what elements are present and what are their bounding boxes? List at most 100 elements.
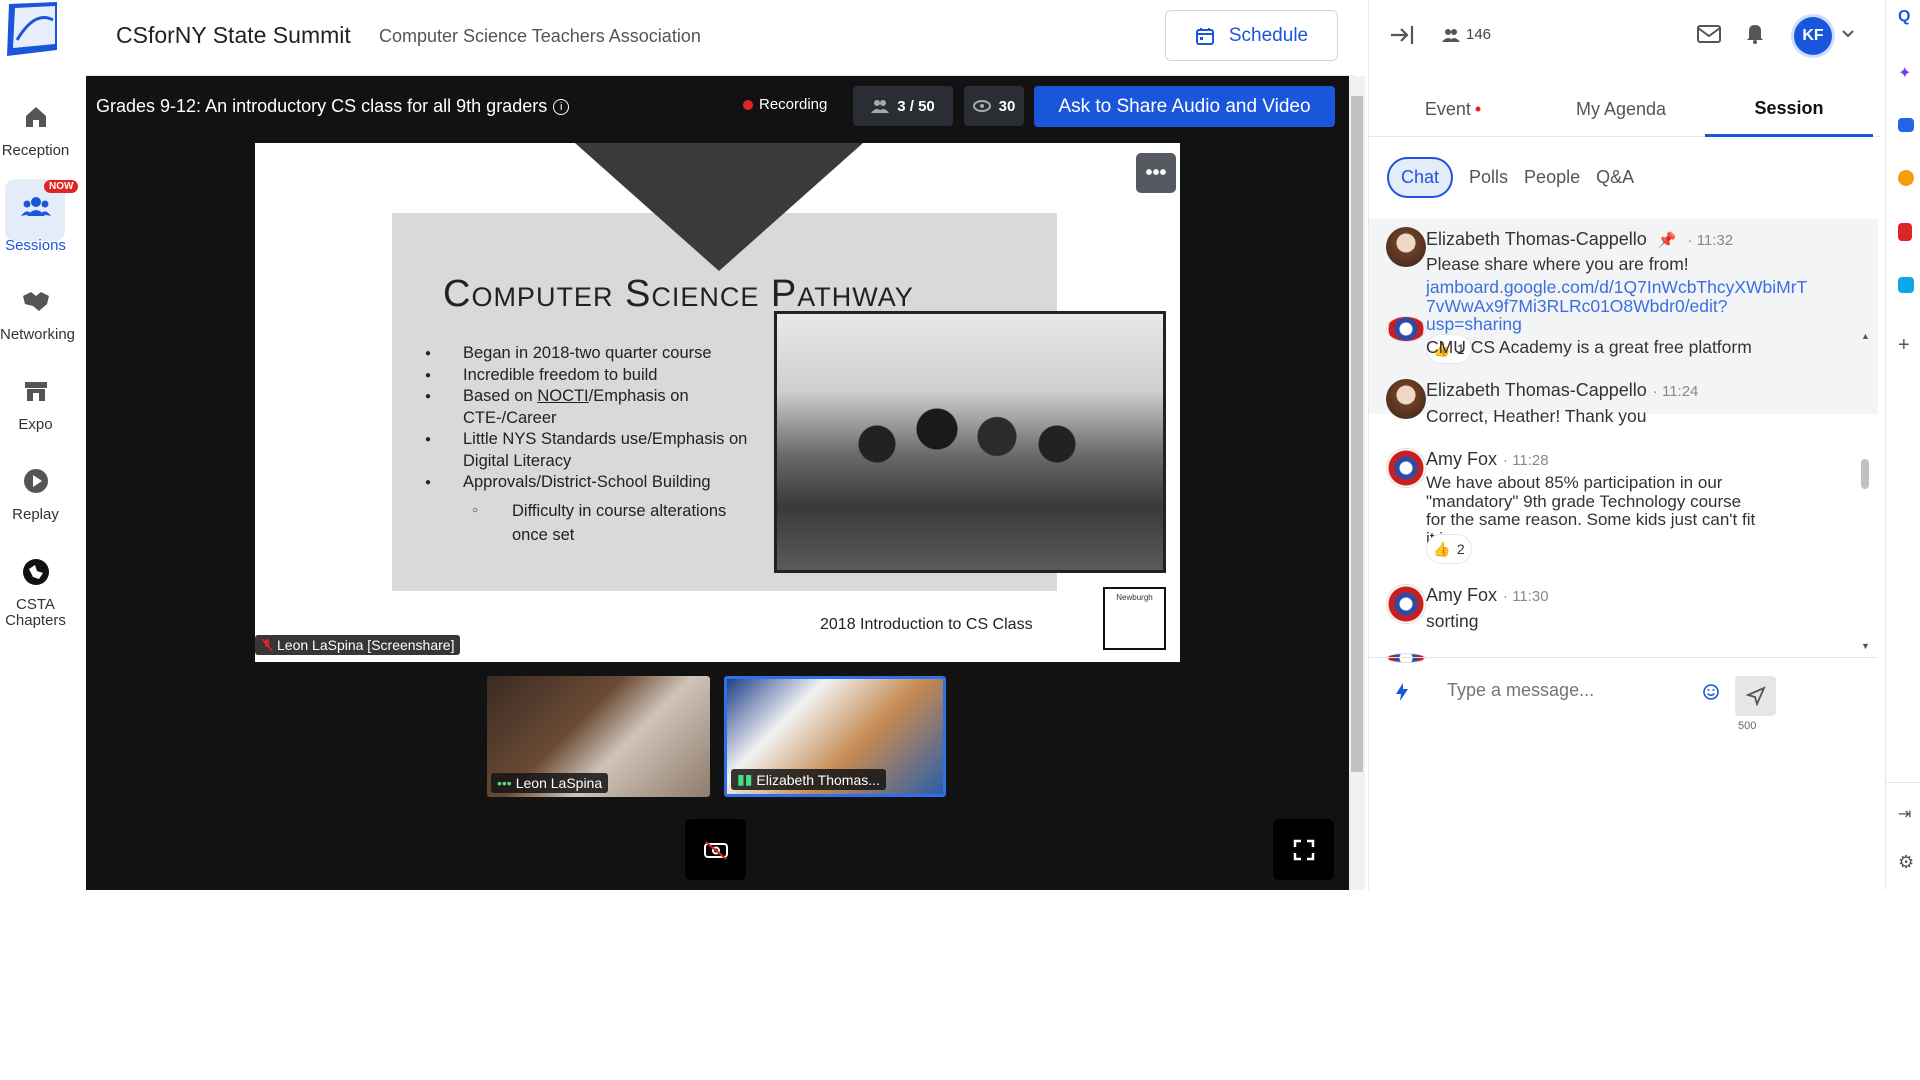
camera-toggle-button[interactable]: [685, 819, 746, 880]
message-text: sorting: [1426, 611, 1479, 631]
settings-icon[interactable]: ⚙: [1898, 852, 1914, 873]
exit-icon[interactable]: ⇥: [1898, 804, 1911, 824]
schedule-button[interactable]: Schedule: [1165, 10, 1338, 61]
left-nav: Reception NOW Sessions Networking Expo R…: [0, 0, 86, 890]
play-icon: [23, 469, 48, 493]
avatar[interactable]: [1386, 316, 1426, 342]
viewer-count: 30: [998, 97, 1016, 115]
stage-count-pill: 3 / 50: [853, 86, 953, 126]
avatar[interactable]: [1386, 448, 1426, 488]
event-logo[interactable]: [5, 0, 66, 66]
handshake-icon: [22, 292, 49, 311]
avatar[interactable]: [1386, 227, 1426, 267]
top-header: CSforNY State Summit Computer Science Te…: [86, 0, 1354, 76]
slide-caption: 2018 Introduction to CS Class: [820, 616, 1033, 633]
search-icon[interactable]: Q: [1898, 8, 1910, 26]
outlook-icon[interactable]: [1898, 277, 1914, 293]
chevron-down-icon[interactable]: [1842, 30, 1854, 38]
pin-icon: 📌: [1657, 232, 1677, 249]
thumbs-up-icon: 👍: [1433, 540, 1451, 557]
char-count: 500: [1738, 720, 1757, 732]
participant-name: Elizabeth Thomas...: [756, 771, 880, 788]
message-author[interactable]: Amy Fox: [1426, 449, 1497, 469]
reaction-thumbs-up[interactable]: 👍 2: [1426, 534, 1472, 564]
scrollbar-thumb[interactable]: [1351, 96, 1363, 772]
panel-tabs: Event • My Agenda Session: [1369, 82, 1880, 137]
screenshare-name: Leon LaSpina [Screenshare]: [277, 637, 455, 653]
tab-label: Session: [1754, 97, 1824, 118]
stage-count: 3 / 50: [897, 97, 935, 115]
attendee-count-value: 146: [1466, 26, 1492, 43]
reaction-count: 2: [1456, 541, 1465, 557]
scroll-up-icon[interactable]: ▲: [1861, 331, 1870, 341]
fullscreen-button[interactable]: [1273, 819, 1334, 880]
students-graphic: [817, 384, 1117, 534]
tab-session[interactable]: Session: [1705, 82, 1873, 137]
nav-expo[interactable]: Expo: [0, 374, 71, 433]
sparkle-icon[interactable]: ✦: [1898, 63, 1911, 83]
message-composer: 500: [1369, 657, 1878, 732]
subtab-chat[interactable]: Chat: [1387, 157, 1454, 198]
chat-scrollbar-thumb[interactable]: [1861, 459, 1869, 489]
session-title-text: Grades 9-12: An introductory CS class fo…: [96, 96, 548, 116]
participant-tile[interactable]: ••• Leon LaSpina: [487, 676, 710, 797]
send-button[interactable]: [1735, 676, 1776, 716]
fullscreen-icon: [1293, 839, 1314, 860]
slide-bullet: Little NYS Standards use/Emphasis on Dig…: [425, 429, 755, 472]
nav-reception[interactable]: Reception: [0, 100, 71, 159]
subtab-polls[interactable]: Polls: [1469, 167, 1508, 188]
nav-label-chapters: Chapters: [5, 612, 66, 629]
nav-label: Expo: [18, 416, 53, 433]
screenshare-name-tag: Leon LaSpina [Screenshare]: [255, 635, 461, 655]
bell-icon[interactable]: [1745, 22, 1765, 44]
nav-label: Reception: [1, 142, 70, 159]
main-scrollbar[interactable]: [1349, 76, 1365, 890]
message-author[interactable]: Amy Fox: [1426, 585, 1497, 605]
avatar[interactable]: [1386, 584, 1426, 624]
mail-icon[interactable]: [1696, 24, 1722, 44]
subtab-qa[interactable]: Q&A: [1596, 167, 1634, 188]
unread-dot-icon: •: [1474, 99, 1482, 119]
avatar[interactable]: [1386, 379, 1426, 419]
session-subtabs: Chat Polls People Q&A: [1387, 157, 1634, 198]
store-icon: [24, 382, 47, 401]
tab-my-agenda[interactable]: My Agenda: [1537, 82, 1705, 137]
office-icon[interactable]: [1898, 223, 1912, 241]
add-icon[interactable]: +: [1898, 334, 1910, 357]
jamboard-link[interactable]: jamboard.google.com/d/1Q7InWcbThcyXWbiMr…: [1426, 278, 1876, 334]
panel-topbar: 146 KF: [1369, 0, 1880, 70]
subtab-people[interactable]: People: [1524, 167, 1580, 188]
slide-heading: Computer Science Pathway: [443, 273, 914, 315]
collapse-panel-icon[interactable]: [1389, 24, 1415, 46]
nav-label: Replay: [12, 506, 59, 523]
slide-triangle-graphic: [575, 143, 863, 271]
message-author[interactable]: Elizabeth Thomas-Cappello: [1426, 229, 1647, 249]
tab-label: Event: [1424, 99, 1471, 119]
emoji-icon[interactable]: [1703, 684, 1719, 700]
nav-networking[interactable]: Networking: [0, 284, 75, 343]
participant-tile[interactable]: ▮▮ Elizabeth Thomas...: [724, 676, 946, 797]
share-audio-video-button[interactable]: Ask to Share Audio and Video: [1034, 86, 1335, 127]
rail-divider: [1886, 782, 1920, 783]
chat-scrollbar[interactable]: ▲ ▼: [1859, 331, 1871, 655]
tab-event[interactable]: Event •: [1369, 82, 1537, 137]
message-input[interactable]: [1447, 672, 1707, 708]
nav-label: Networking: [0, 326, 76, 343]
newburgh-logo: Newburgh: [1103, 587, 1166, 650]
briefcase-icon[interactable]: [1898, 118, 1914, 132]
info-icon[interactable]: i: [553, 98, 570, 115]
nav-csta-chapters[interactable]: CSTA Chapters: [0, 555, 71, 629]
lightning-icon[interactable]: [1395, 682, 1409, 702]
attendee-count[interactable]: 146: [1442, 26, 1491, 43]
more-options-button[interactable]: •••: [1136, 153, 1176, 193]
slide-bullet: Based on NOCTI/Emphasis on CTE-/Career: [425, 386, 755, 429]
user-avatar[interactable]: KF: [1794, 17, 1832, 55]
nav-replay[interactable]: Replay: [0, 464, 71, 523]
people-app-icon[interactable]: [1898, 170, 1914, 186]
screenshare-slide: Computer Science Pathway Began in 2018-t…: [255, 143, 1180, 662]
message-author[interactable]: Elizabeth Thomas-Cappello: [1426, 380, 1647, 400]
message-time: · 11:28: [1503, 452, 1549, 469]
nav-sessions[interactable]: NOW Sessions: [0, 179, 79, 254]
message-text: CMU CS Academy is a great free platform: [1426, 337, 1752, 357]
scroll-down-icon[interactable]: ▼: [1861, 641, 1870, 651]
